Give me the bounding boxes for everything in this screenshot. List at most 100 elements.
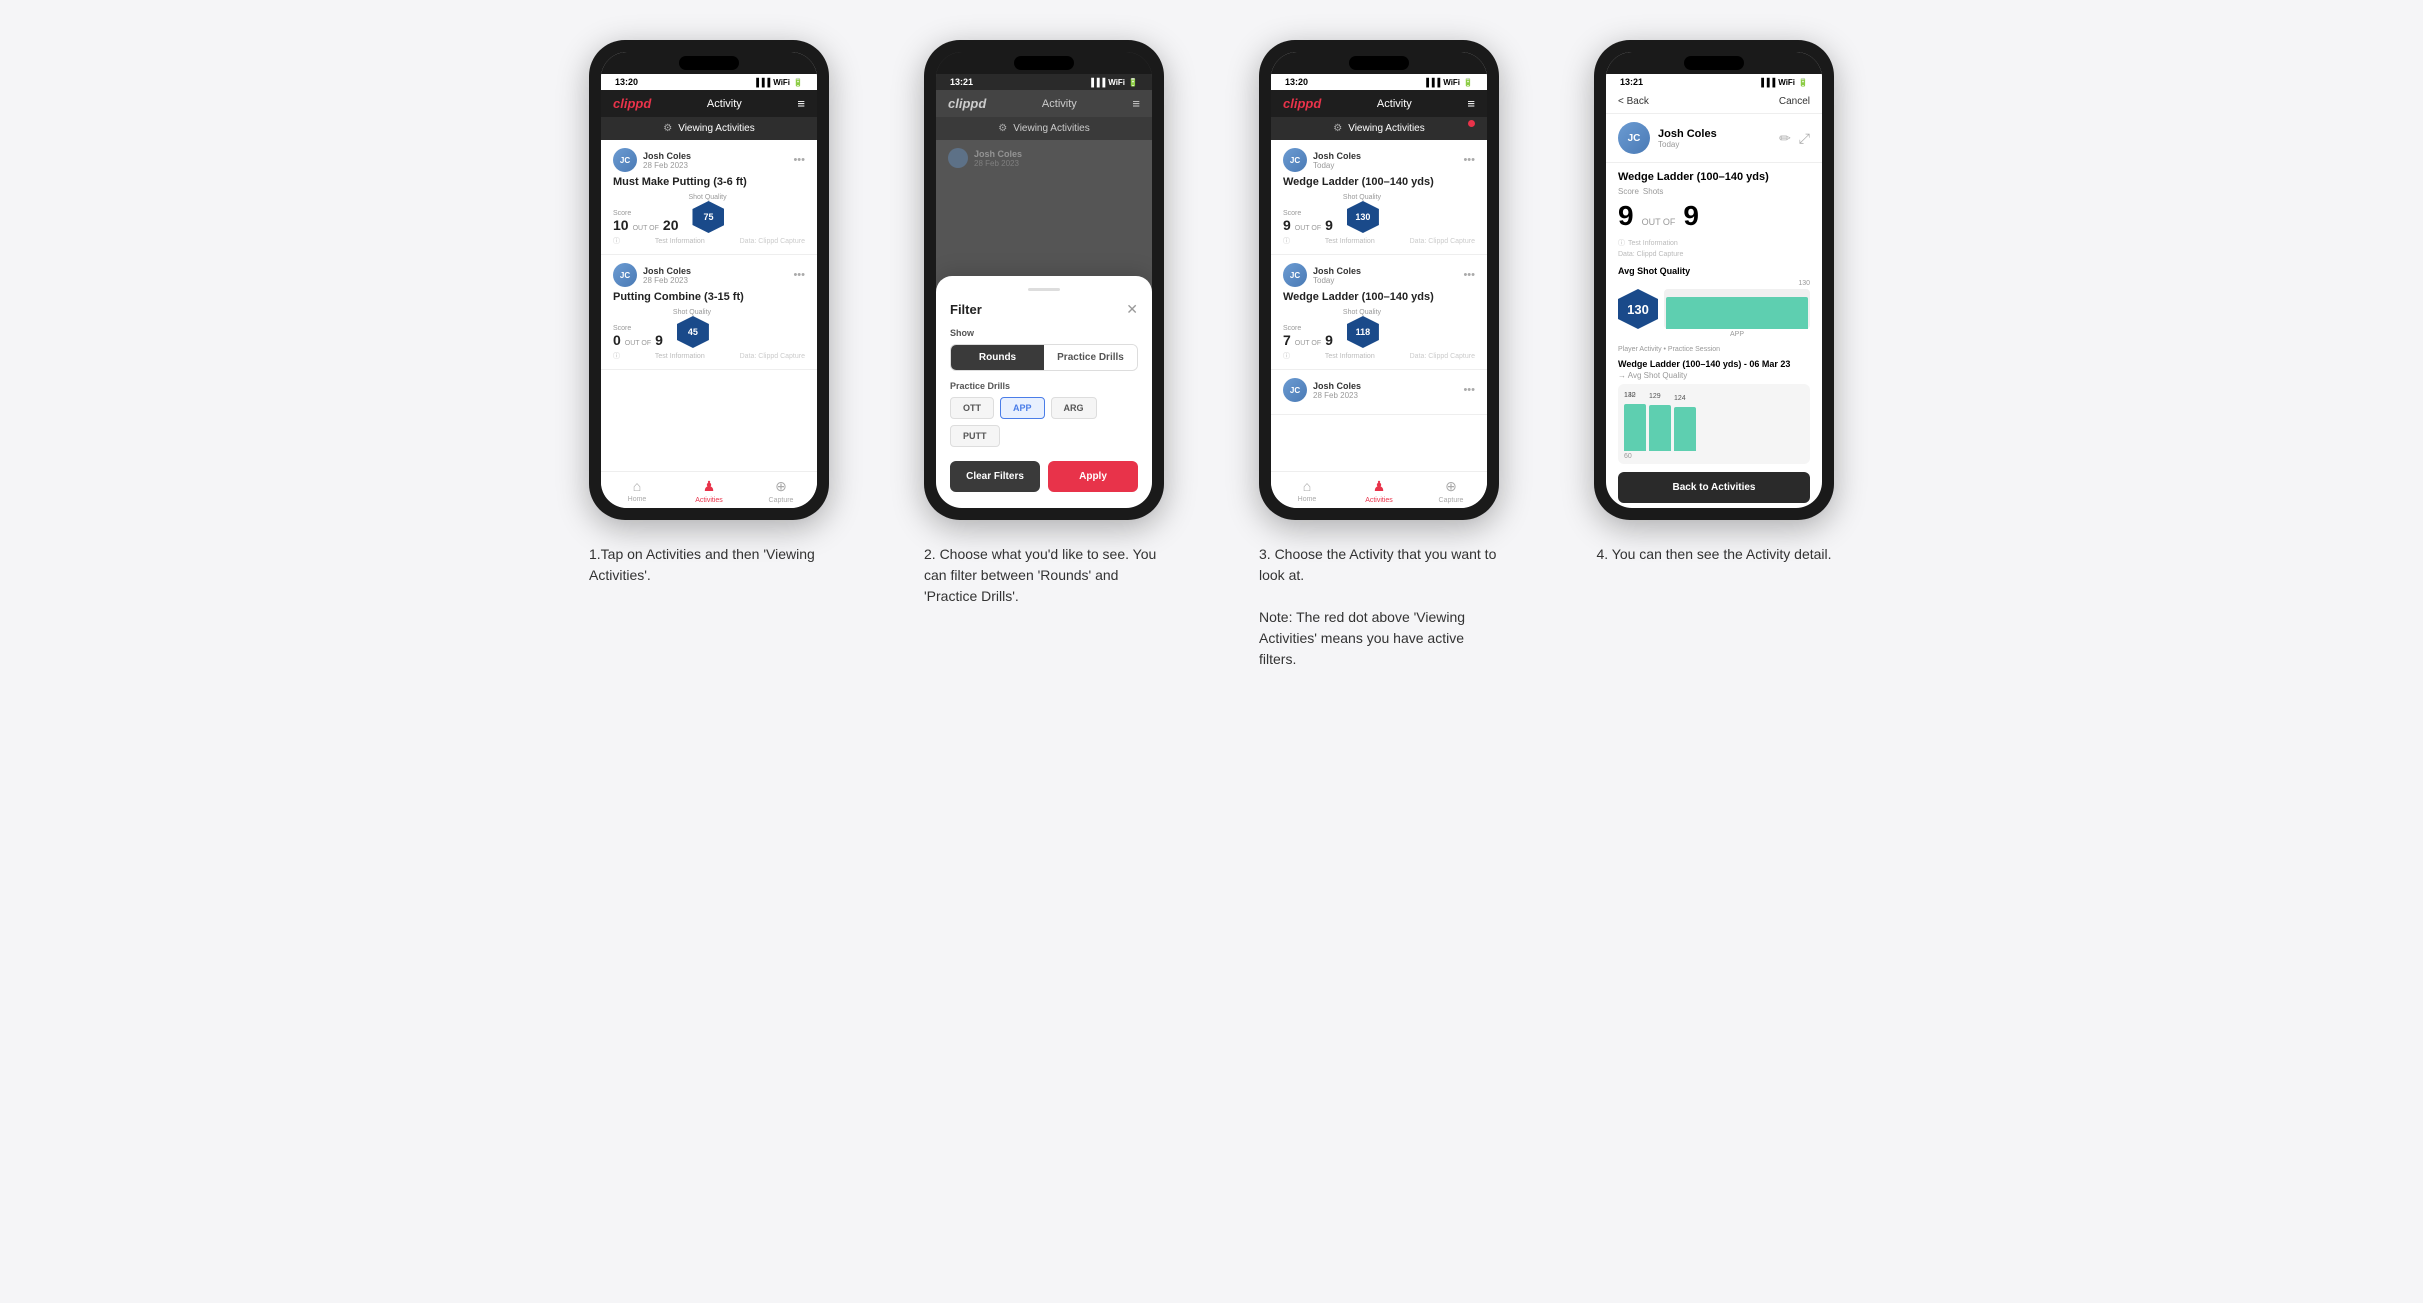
drill-ott[interactable]: OTT	[950, 397, 994, 419]
detail-content: Wedge Ladder (100–140 yds) Score Shots 9…	[1606, 163, 1822, 508]
card-footer-1-2: ⓘ Test Information Data: Clippd Capture	[613, 351, 805, 361]
filter-modal: Filter ✕ Show Rounds Practice Drills Pra…	[936, 276, 1152, 508]
phone-4: 13:21 ▐▐▐ WiFi 🔋 < Back Cancel JC	[1594, 40, 1834, 520]
nav-activities-3[interactable]: ♟ Activities	[1343, 478, 1415, 504]
drill-putt[interactable]: PUTT	[950, 425, 1000, 447]
back-to-activities-button[interactable]: Back to Activities	[1618, 472, 1810, 503]
caption-3: 3. Choose the Activity that you want to …	[1259, 544, 1499, 670]
activity-card-3-2[interactable]: JC Josh Coles Today ••• Wedge Ladder (10…	[1271, 255, 1487, 370]
score-value-1-2: 0	[613, 332, 621, 348]
card-header-1-2: JC Josh Coles 28 Feb 2023 •••	[613, 263, 805, 287]
dots-menu-1-2[interactable]: •••	[793, 269, 805, 281]
chart-bar-1	[1666, 297, 1808, 329]
battery-icon-3: 🔋	[1463, 78, 1473, 87]
phone-3-notch	[1271, 52, 1487, 74]
phone-3: 13:20 ▐▐▐ WiFi 🔋 clippd Activity ≡ ⚙ Vie…	[1259, 40, 1499, 520]
dots-menu-3-2[interactable]: •••	[1463, 269, 1475, 281]
score-big: 9	[1618, 200, 1634, 232]
expand-icon[interactable]: ⤢	[1799, 130, 1810, 147]
modal-handle	[1028, 288, 1060, 291]
detail-avatar: JC	[1618, 122, 1650, 154]
wifi-icon-3: WiFi	[1443, 78, 1460, 87]
test-info-detail: Test Information	[1628, 240, 1678, 247]
wifi-icon-2: WiFi	[1108, 78, 1125, 87]
card-header-3-1: JC Josh Coles Today •••	[1283, 148, 1475, 172]
stat-sq-3-2: Shot Quality 118	[1343, 309, 1381, 348]
test-info-1-2: Test Information	[655, 353, 705, 360]
user-details-3-2: Josh Coles Today	[1313, 266, 1361, 285]
user-info-3-3: JC Josh Coles 28 Feb 2023	[1283, 378, 1361, 402]
capture-text: Data: Clippd Capture	[1618, 251, 1683, 258]
dots-menu-3-3[interactable]: •••	[1463, 384, 1475, 396]
notch-pill	[679, 56, 739, 70]
app-header-3: clippd Activity ≡	[1271, 90, 1487, 117]
nav-home-1[interactable]: ⌂ Home	[601, 478, 673, 504]
viewing-banner-3[interactable]: ⚙ Viewing Activities	[1271, 117, 1487, 140]
phone-1-status-bar: 13:20 ▐▐▐ WiFi 🔋	[601, 74, 817, 90]
info-icon-1-2: ⓘ	[613, 351, 620, 361]
detail-title: Wedge Ladder (100–140 yds)	[1618, 171, 1810, 183]
dots-menu-3-1[interactable]: •••	[1463, 154, 1475, 166]
sq-large-value: 130	[1627, 302, 1649, 317]
detail-user-date: Today	[1658, 140, 1771, 149]
cancel-button[interactable]: Cancel	[1779, 96, 1810, 107]
stat-score-1-1: Score 10 OUT OF 20	[613, 210, 678, 233]
nav-capture-3[interactable]: ⊕ Capture	[1415, 478, 1487, 504]
detail-info-row: ⓘ Test Information	[1618, 238, 1810, 248]
test-info-3-2: Test Information	[1325, 353, 1375, 360]
clear-filters-button[interactable]: Clear Filters	[950, 461, 1040, 492]
detail-score-left: Wedge Ladder (100–140 yds) Score Shots 9…	[1618, 171, 1810, 258]
phone-2: 13:21 ▐▐▐ WiFi 🔋 clippd Activity ≡	[924, 40, 1164, 520]
nav-capture-label-3: Capture	[1439, 497, 1464, 504]
sq-chart-section: Avg Shot Quality 130 130 APP	[1618, 266, 1810, 338]
stats-row-3-1: Score 9 OUT OF 9 Shot Quality 1	[1283, 194, 1475, 233]
dots-menu-1-1[interactable]: •••	[793, 154, 805, 166]
user-name-3-1: Josh Coles	[1313, 151, 1361, 161]
home-icon-3: ⌂	[1303, 478, 1311, 494]
sq-chart-row: 130 130 APP	[1618, 280, 1810, 338]
user-name-3-3: Josh Coles	[1313, 381, 1361, 391]
nav-capture-1[interactable]: ⊕ Capture	[745, 478, 817, 504]
viewing-banner-1[interactable]: ⚙ Viewing Activities	[601, 117, 817, 140]
avatar-3-2: JC	[1283, 263, 1307, 287]
stat-sq-3-1: Shot Quality 130	[1343, 194, 1381, 233]
user-date-3-2: Today	[1313, 276, 1361, 285]
edit-icon[interactable]: ✏	[1779, 130, 1791, 147]
phone-1-notch	[601, 52, 817, 74]
chart-bar-detail-2: 129	[1649, 405, 1671, 451]
hamburger-icon-1[interactable]: ≡	[797, 96, 805, 111]
show-toggle-group: Rounds Practice Drills	[950, 344, 1138, 371]
drill-app[interactable]: APP	[1000, 397, 1045, 419]
practice-drills-toggle[interactable]: Practice Drills	[1044, 345, 1137, 370]
stats-row-3-2: Score 7 OUT OF 9 Shot Quality 1	[1283, 309, 1475, 348]
activity-card-1-1[interactable]: JC Josh Coles 28 Feb 2023 ••• Must Make …	[601, 140, 817, 255]
page-container: 13:20 ▐▐▐ WiFi 🔋 clippd Activity ≡ ⚙	[562, 40, 1862, 670]
close-button[interactable]: ✕	[1126, 301, 1138, 318]
activity-card-1-2[interactable]: JC Josh Coles 28 Feb 2023 ••• Putting Co…	[601, 255, 817, 370]
phone-4-notch	[1606, 52, 1822, 74]
stat-outof-1-1: 10 OUT OF 20	[613, 217, 678, 233]
caption-4: 4. You can then see the Activity detail.	[1596, 544, 1831, 565]
apply-button[interactable]: Apply	[1048, 461, 1138, 492]
drill-arg[interactable]: ARG	[1051, 397, 1097, 419]
back-button[interactable]: < Back	[1618, 96, 1649, 107]
nav-activities-1[interactable]: ♟ Activities	[673, 478, 745, 504]
phone-column-3: 13:20 ▐▐▐ WiFi 🔋 clippd Activity ≡ ⚙ Vie…	[1232, 40, 1527, 670]
user-date-3-1: Today	[1313, 161, 1361, 170]
nav-home-3[interactable]: ⌂ Home	[1271, 478, 1343, 504]
hamburger-icon-3[interactable]: ≡	[1467, 96, 1475, 111]
phone-1-screen: 13:20 ▐▐▐ WiFi 🔋 clippd Activity ≡ ⚙	[601, 52, 817, 508]
activity-card-3-1[interactable]: JC Josh Coles Today ••• Wedge Ladder (10…	[1271, 140, 1487, 255]
outof-text-1-2: OUT OF	[625, 340, 651, 347]
filter-icon-3: ⚙	[1333, 123, 1342, 134]
sq-label-3-1: Shot Quality	[1343, 194, 1381, 201]
sq-chart-area: 130 APP	[1664, 280, 1810, 338]
card-footer-1-1: ⓘ Test Information Data: Clippd Capture	[613, 236, 805, 246]
rounds-toggle[interactable]: Rounds	[951, 345, 1044, 370]
phone-3-screen: 13:20 ▐▐▐ WiFi 🔋 clippd Activity ≡ ⚙ Vie…	[1271, 52, 1487, 508]
activity-card-3-3[interactable]: JC Josh Coles 28 Feb 2023 •••	[1271, 370, 1487, 415]
card-header-3-3: JC Josh Coles 28 Feb 2023 •••	[1283, 378, 1475, 402]
sq-value-1-2: 45	[688, 327, 698, 337]
phone-2-notch	[936, 52, 1152, 74]
activity-title-3-1: Wedge Ladder (100–140 yds)	[1283, 176, 1475, 188]
